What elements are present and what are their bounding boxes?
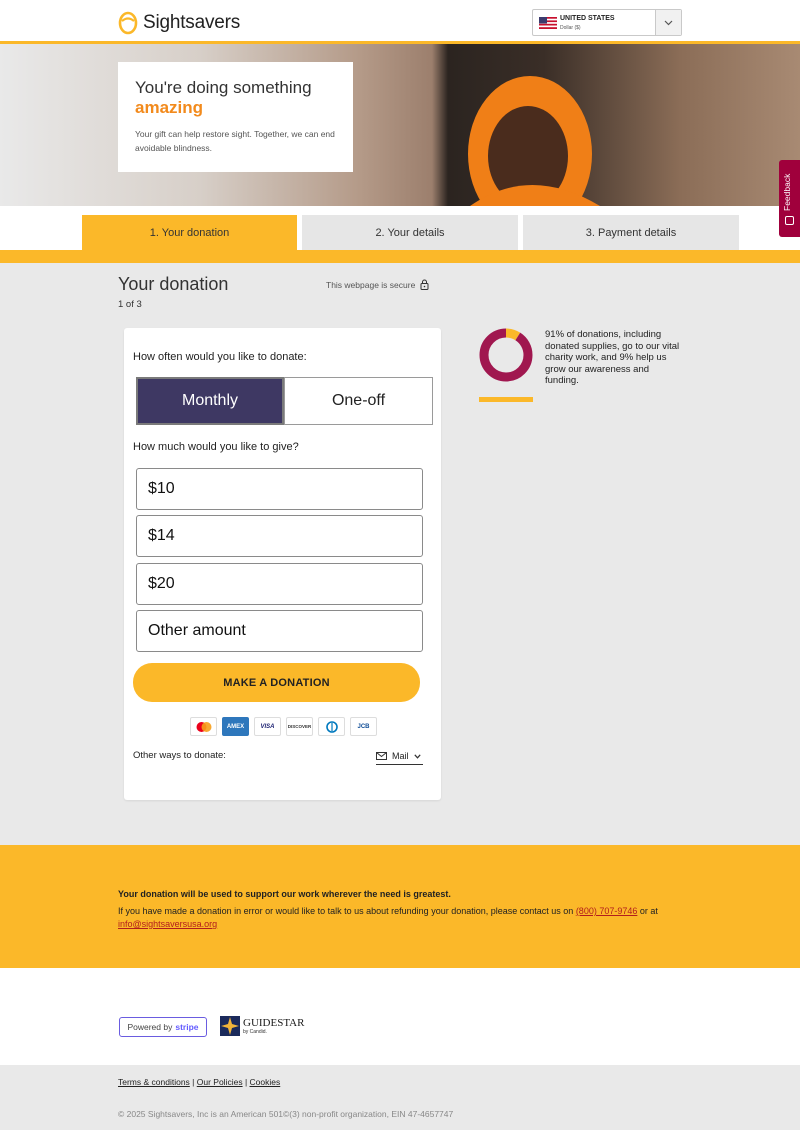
mastercard-icon	[190, 717, 217, 736]
feedback-tab[interactable]: Feedback	[779, 160, 800, 237]
notice-body: If you have made a donation in error or …	[118, 906, 574, 916]
visa-icon: VISA	[254, 717, 281, 736]
frequency-question: How often would you like to donate:	[133, 351, 307, 363]
site-header: Sightsavers UNITED STATES Dollar ($)	[0, 0, 800, 44]
hero-title: You're doing something	[135, 78, 312, 97]
steps-band	[0, 250, 800, 263]
copyright-text: © 2025 Sightsavers, Inc is an American 5…	[118, 1109, 454, 1119]
donut-segment-charity	[479, 328, 533, 382]
feedback-label: Feedback	[782, 173, 792, 211]
discover-icon: DISCOVER	[286, 717, 313, 736]
cookies-link[interactable]: Cookies	[250, 1077, 281, 1087]
country-name: UNITED STATES	[560, 15, 615, 22]
step-your-details[interactable]: 2. Your details	[302, 215, 518, 250]
amount-option-14[interactable]: $14	[136, 515, 423, 557]
hero-message-card: You're doing something amazing Your gift…	[118, 62, 353, 172]
stripe-prefix: Powered by	[127, 1022, 173, 1032]
page-title: Your donation	[118, 274, 229, 294]
chevron-down-icon	[413, 753, 421, 759]
email-link[interactable]: info@sightsaversusa.org	[118, 919, 217, 929]
step-your-donation[interactable]: 1. Your donation	[82, 215, 297, 250]
jcb-icon: JCB	[350, 717, 377, 736]
chevron-down-icon	[664, 20, 673, 25]
hero-banner: You're doing something amazing Your gift…	[0, 44, 800, 206]
guidestar-name: GUIDESTAR	[243, 1016, 305, 1029]
other-ways-value: Mail	[392, 751, 409, 761]
amount-question: How much would you like to give?	[133, 441, 299, 453]
step-payment-details[interactable]: 3. Payment details	[523, 215, 739, 250]
sightsavers-logo[interactable]: Sightsavers	[118, 10, 240, 35]
guidestar-star-icon	[220, 1016, 240, 1036]
phone-link[interactable]: (800) 707-9746	[576, 906, 638, 916]
lock-icon	[420, 279, 429, 290]
secure-notice: This webpage is secure	[326, 279, 429, 290]
site-footer	[0, 1065, 800, 1130]
hero-text: Your gift can help restore sight. Togeth…	[135, 129, 335, 153]
logo-icon	[118, 11, 138, 35]
amount-option-10[interactable]: $10	[136, 468, 423, 510]
notice-or-at: or at	[639, 906, 658, 916]
country-dropdown-toggle[interactable]	[655, 10, 681, 35]
policies-link[interactable]: Our Policies	[197, 1077, 243, 1087]
hero-title-highlight: amazing	[135, 98, 204, 117]
feedback-icon	[785, 216, 794, 225]
one-off-option[interactable]: One-off	[284, 377, 433, 425]
diners-club-icon	[318, 717, 345, 736]
us-flag-icon	[539, 17, 557, 29]
stripe-brand: stripe	[175, 1022, 199, 1032]
notice-text: If you have made a donation in error or …	[118, 904, 693, 919]
guidestar-badge[interactable]: GUIDESTAR by Candid.	[220, 1016, 304, 1036]
step-count: 1 of 3	[118, 299, 142, 310]
make-donation-button[interactable]: MAKE A DONATION	[133, 663, 420, 702]
terms-link[interactable]: Terms & conditions	[118, 1077, 190, 1087]
secure-text: This webpage is secure	[326, 279, 416, 290]
mail-icon	[376, 752, 387, 760]
logo-text: Sightsavers	[143, 11, 241, 33]
amount-option-20[interactable]: $20	[136, 563, 423, 605]
footer-links: Terms & conditions | Our Policies | Cook…	[118, 1077, 281, 1087]
donation-split-text: 91% of donations, including donated supp…	[545, 329, 680, 386]
guidestar-sub: by Candid.	[243, 1028, 267, 1035]
amount-option-other[interactable]: Other amount	[136, 610, 423, 652]
country-selector[interactable]: UNITED STATES Dollar ($)	[532, 9, 682, 36]
powered-by-stripe-badge[interactable]: Powered by stripe	[119, 1017, 207, 1037]
monthly-option[interactable]: Monthly	[136, 377, 284, 425]
donation-split-donut	[479, 328, 533, 382]
currency-label: Dollar ($)	[560, 25, 581, 31]
notice-heading: Your donation will be used to support ou…	[118, 889, 451, 899]
payment-card-logos: AMEX VISA DISCOVER JCB	[190, 717, 377, 736]
amex-icon: AMEX	[222, 717, 249, 736]
info-underline	[479, 397, 533, 402]
other-ways-dropdown[interactable]: Mail	[376, 748, 423, 765]
other-ways-label: Other ways to donate:	[133, 750, 226, 761]
